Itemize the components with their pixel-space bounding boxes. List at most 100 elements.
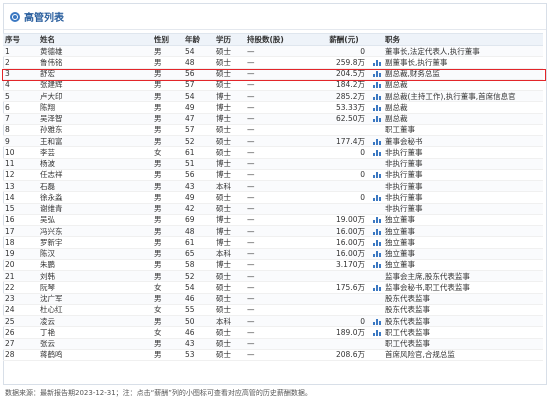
cell-sex: 男 xyxy=(154,159,162,169)
cell-index: 11 xyxy=(5,159,15,169)
cell-position: 副总裁,财务总监 xyxy=(385,69,440,79)
cell-salary-chart xyxy=(369,138,383,145)
cell-name: 任志祥 xyxy=(40,170,63,180)
table-row[interactable]: 14 徐永淼 男 49 硕士 — 0 非执行董事 xyxy=(3,192,543,204)
cell-age: 46 xyxy=(185,294,195,304)
salary-history-chart-icon[interactable] xyxy=(373,216,381,224)
table-row[interactable]: 10 李芸 女 61 硕士 — 0 非执行董事 xyxy=(3,147,543,159)
table-row[interactable]: 3 舒宏 男 56 硕士 — 204.5万 副总裁,财务总监 xyxy=(3,68,543,80)
cell-shares: — xyxy=(247,260,255,270)
cell-education: 博士 xyxy=(216,170,231,180)
cell-salary: 0 xyxy=(360,46,365,56)
col-header-salary[interactable]: 薪酬(元) xyxy=(317,34,369,45)
table-row[interactable]: 22 阮琴 女 54 硕士 — 175.6万 监事会秘书,职工代表监事 xyxy=(3,282,543,294)
cell-salary: 19.00万 xyxy=(336,215,365,225)
table-row[interactable]: 15 谢维青 男 42 硕士 — 非执行董事 xyxy=(3,203,543,215)
table-row[interactable]: 25 凌云 男 50 本科 — 0 股东代表监事 xyxy=(3,316,543,328)
cell-education: 硕士 xyxy=(216,80,231,90)
salary-history-chart-icon[interactable] xyxy=(373,329,381,336)
panel-title: 高管列表 xyxy=(24,13,64,24)
table-row[interactable]: 18 罗新宇 男 61 博士 — 16.00万 独立董事 xyxy=(3,237,543,249)
cell-index: 4 xyxy=(5,80,10,90)
cell-age: 50 xyxy=(185,316,195,326)
cell-age: 56 xyxy=(185,170,195,180)
salary-history-chart-icon[interactable] xyxy=(373,59,381,66)
cell-salary-chart xyxy=(369,329,383,336)
cell-index: 10 xyxy=(5,147,15,157)
cell-name: 石磊 xyxy=(40,181,55,191)
table-row[interactable]: 16 吴弘 男 69 博士 — 19.00万 独立董事 xyxy=(3,215,543,226)
cell-education: 硕士 xyxy=(216,57,231,67)
table-row[interactable]: 2 鲁伟铭 男 48 硕士 — 259.8万 副董事长,执行董事 xyxy=(3,57,543,69)
salary-history-chart-icon[interactable] xyxy=(373,81,381,89)
cell-salary-chart xyxy=(369,149,383,156)
cell-shares: — xyxy=(247,226,255,236)
table-row[interactable]: 5 卢大印 男 54 博士 — 285.2万 副总裁(主持工作),执行董事,首席信息官 xyxy=(3,91,543,103)
col-header-shares[interactable]: 持股数(股) xyxy=(245,34,317,45)
cell-age: 42 xyxy=(185,204,195,214)
salary-history-chart-icon[interactable] xyxy=(373,284,381,291)
table-row[interactable]: 1 黄德雄 男 54 硕士 — 0 董事长,法定代表人,执行董事 xyxy=(3,46,543,58)
table-row[interactable]: 6 陈翔 男 49 博士 — 53.33万 副总裁 xyxy=(3,102,543,114)
salary-history-chart-icon[interactable] xyxy=(373,149,381,156)
salary-history-chart-icon[interactable] xyxy=(373,239,381,246)
cell-education: 硕士 xyxy=(216,271,231,281)
table-row[interactable]: 21 刘韩 男 52 硕士 — 监事会主席,股东代表监事 xyxy=(3,271,543,283)
salary-history-chart-icon[interactable] xyxy=(373,228,381,235)
cell-shares: — xyxy=(247,147,255,157)
salary-history-chart-icon[interactable] xyxy=(373,194,381,201)
table-row[interactable]: 8 孙雅东 男 57 硕士 — 职工董事 xyxy=(3,125,543,136)
table-row[interactable]: 13 石磊 男 43 本科 — 非执行董事 xyxy=(3,181,543,193)
cell-name: 张云 xyxy=(40,339,55,349)
cell-sex: 男 xyxy=(154,226,162,236)
cell-age: 61 xyxy=(185,237,195,247)
table-row[interactable]: 11 杨波 男 51 博士 — 非执行董事 xyxy=(3,158,543,170)
salary-history-chart-icon[interactable] xyxy=(373,138,381,145)
cell-salary: 208.6万 xyxy=(336,350,365,360)
table-row[interactable]: 24 杜心红 女 55 硕士 — 股东代表监事 xyxy=(3,305,543,316)
cell-salary: 184.2万 xyxy=(336,80,365,90)
cell-age: 54 xyxy=(185,282,195,292)
cell-sex: 男 xyxy=(154,91,162,101)
cell-salary-chart xyxy=(369,216,383,224)
cell-salary-chart xyxy=(369,93,383,100)
cell-shares: — xyxy=(247,80,255,90)
salary-history-chart-icon[interactable] xyxy=(373,93,381,100)
cell-position: 副总裁(主持工作),执行董事,首席信息官 xyxy=(385,91,516,101)
cell-position: 董事长,法定代表人,执行董事 xyxy=(385,46,480,56)
cell-education: 硕士 xyxy=(216,327,231,337)
cell-salary-chart xyxy=(369,261,383,269)
cell-name: 孙雅东 xyxy=(40,125,63,135)
table-row[interactable]: 20 朱鹏 男 58 博士 — 3.170万 独立董事 xyxy=(3,260,543,271)
salary-history-chart-icon[interactable] xyxy=(373,318,381,325)
salary-history-chart-icon[interactable] xyxy=(373,104,381,111)
cell-name: 杜心红 xyxy=(40,305,63,315)
salary-history-chart-icon[interactable] xyxy=(373,171,381,179)
cell-name: 丁艳 xyxy=(40,327,55,337)
cell-index: 26 xyxy=(5,327,15,337)
table-row[interactable]: 17 冯兴东 男 48 博士 — 16.00万 独立董事 xyxy=(3,226,543,238)
salary-history-chart-icon[interactable] xyxy=(373,70,381,78)
cell-shares: — xyxy=(247,102,255,112)
col-header-index: 序号 xyxy=(5,35,20,44)
table-row[interactable]: 26 丁艳 女 46 硕士 — 189.0万 职工代表监事 xyxy=(3,327,543,339)
table-row[interactable]: 4 张建辉 男 57 硕士 — 184.2万 副总裁 xyxy=(3,80,543,91)
table-row[interactable]: 12 任志祥 男 56 博士 — 0 非执行董事 xyxy=(3,170,543,181)
cell-position: 独立董事 xyxy=(385,226,415,236)
table-row[interactable]: 9 王和富 男 52 硕士 — 177.4万 董事会秘书 xyxy=(3,136,543,148)
salary-history-chart-icon[interactable] xyxy=(373,250,381,258)
cell-sex: 男 xyxy=(154,46,162,56)
cell-shares: — xyxy=(247,237,255,247)
salary-history-chart-icon[interactable] xyxy=(373,115,381,123)
table-row[interactable]: 7 吴泽智 男 47 博士 — 62.50万 副总裁 xyxy=(3,113,543,125)
cell-index: 3 xyxy=(5,69,10,79)
salary-history-chart-icon[interactable] xyxy=(373,261,381,269)
cell-salary-chart xyxy=(369,194,383,201)
cell-education: 硕士 xyxy=(216,305,231,315)
table-row[interactable]: 27 张云 男 43 硕士 — 职工代表监事 xyxy=(3,338,543,350)
table-row[interactable]: 23 沈广军 男 46 硕士 — 股东代表监事 xyxy=(3,293,543,305)
cell-salary: 285.2万 xyxy=(336,91,365,101)
table-row[interactable]: 19 陈汉 男 65 本科 — 16.00万 独立董事 xyxy=(3,248,543,260)
table-row[interactable]: 28 蒋鹤鸣 男 53 硕士 — 208.6万 首席风险官,合规总监 xyxy=(3,350,543,361)
cell-shares: — xyxy=(247,192,255,202)
